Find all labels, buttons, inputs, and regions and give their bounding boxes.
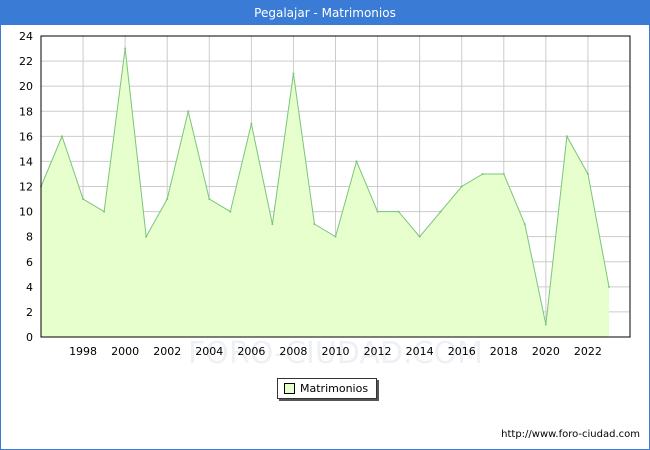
x-tick-label: 2022	[574, 345, 602, 358]
y-tick-label: 18	[19, 105, 33, 118]
y-tick-label: 12	[19, 181, 33, 194]
data-point	[334, 235, 337, 238]
y-tick-label: 0	[26, 331, 33, 344]
x-tick-label: 2018	[490, 345, 518, 358]
x-tick-label: 2014	[406, 345, 434, 358]
data-point	[187, 110, 190, 113]
legend-swatch	[284, 383, 295, 394]
data-point	[481, 172, 484, 175]
x-tick-label: 2004	[195, 345, 223, 358]
x-tick-label: 1998	[69, 345, 97, 358]
x-tick-label: 2010	[322, 345, 350, 358]
data-point	[439, 210, 442, 213]
data-point	[103, 210, 106, 213]
data-point	[145, 235, 148, 238]
data-point	[502, 172, 505, 175]
data-point	[271, 223, 274, 226]
data-point	[460, 185, 463, 188]
y-tick-label: 16	[19, 130, 33, 143]
x-tick-label: 2016	[448, 345, 476, 358]
chart-window: Pegalajar - Matrimonios FORO-CIUDAD.COM 0…	[0, 0, 650, 450]
data-point	[397, 210, 400, 213]
data-point	[292, 72, 295, 75]
y-tick-label: 22	[19, 55, 33, 68]
data-point	[61, 135, 64, 138]
y-tick-label: 8	[26, 231, 33, 244]
data-point	[82, 198, 85, 201]
data-point	[523, 223, 526, 226]
data-point	[418, 235, 421, 238]
x-tick-label: 2006	[237, 345, 265, 358]
data-point	[166, 198, 169, 201]
data-point	[565, 135, 568, 138]
series-area-fill	[41, 48, 609, 338]
y-tick-label: 20	[19, 80, 33, 93]
legend-label: Matrimonios	[300, 382, 369, 395]
x-tick-label: 2000	[111, 345, 139, 358]
y-tick-label: 24	[19, 30, 33, 43]
y-tick-label: 10	[19, 206, 33, 219]
source-url: http://www.foro-ciudad.com	[501, 429, 640, 440]
data-point	[376, 210, 379, 213]
data-point	[607, 285, 610, 288]
y-tick-label: 14	[19, 155, 33, 168]
x-tick-label: 2002	[153, 345, 181, 358]
x-tick-label: 2020	[532, 345, 560, 358]
data-point	[124, 47, 127, 50]
data-point	[355, 160, 358, 163]
data-point	[208, 198, 211, 201]
data-point	[313, 223, 316, 226]
data-point	[586, 172, 589, 175]
data-point	[544, 323, 547, 326]
y-tick-label: 6	[26, 256, 33, 269]
x-tick-label: 2012	[364, 345, 392, 358]
data-point	[229, 210, 232, 213]
x-tick-label: 2008	[279, 345, 307, 358]
y-tick-label: 2	[26, 306, 33, 319]
data-point	[250, 122, 253, 125]
legend: Matrimonios	[277, 378, 378, 399]
y-tick-label: 4	[26, 281, 33, 294]
